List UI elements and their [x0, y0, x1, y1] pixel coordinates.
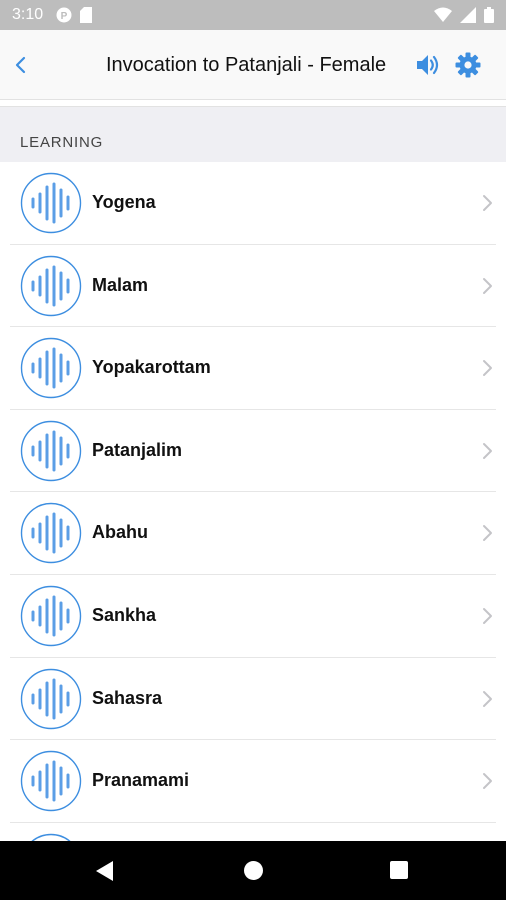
audio-waveform-icon — [20, 503, 82, 564]
list-item-label: Pranamami — [92, 770, 190, 791]
chevron-right-icon — [483, 277, 492, 294]
chevron-right-icon — [483, 773, 492, 790]
page-title: Invocation to Patanjali - Female — [106, 54, 387, 76]
section-label: LEARNING — [20, 134, 104, 151]
nav-home-icon[interactable] — [244, 861, 263, 880]
list-item-label: Patanjalim — [92, 439, 183, 460]
list-item-label: Malam — [92, 274, 149, 295]
sd-card-icon — [80, 7, 92, 23]
audio-waveform-icon — [20, 172, 82, 234]
list-item-label: Sankha — [92, 604, 157, 625]
list-item[interactable]: Yogena — [10, 162, 496, 245]
list-item-label: Yopakarottam — [92, 357, 211, 378]
audio-waveform-icon — [20, 585, 82, 647]
audio-waveform-icon — [31, 833, 71, 841]
list-item[interactable]: Malam — [10, 245, 496, 328]
list-item[interactable]: Yopakarottam — [10, 327, 496, 410]
list-item[interactable]: Abahu — [10, 492, 496, 575]
chevron-right-icon — [483, 360, 492, 377]
signal-icon — [460, 7, 476, 23]
audio-waveform-icon — [20, 668, 82, 729]
status-time: 3:10 — [12, 6, 44, 23]
status-right-icons — [434, 7, 494, 23]
list-item[interactable] — [10, 823, 496, 841]
app-bar: Invocation to Patanjali - Female — [0, 30, 506, 100]
chevron-left-icon — [15, 56, 26, 74]
nav-recents-icon[interactable] — [390, 861, 408, 879]
settings-button[interactable] — [454, 51, 482, 79]
chevron-right-icon — [483, 607, 492, 624]
p-circle-icon: P — [56, 7, 72, 23]
chevron-right-icon — [483, 442, 492, 459]
speaker-button[interactable] — [415, 52, 441, 78]
chevron-right-icon — [483, 195, 492, 211]
phrase-list: Yogena Malam Yopakarottam Patanjalim Aba… — [0, 162, 506, 841]
nav-back-icon[interactable] — [95, 860, 115, 882]
audio-waveform-icon — [20, 750, 82, 812]
chevron-right-icon — [483, 690, 492, 707]
battery-icon — [484, 7, 494, 23]
list-item-label: Yogena — [92, 192, 156, 212]
svg-text:P: P — [61, 11, 68, 22]
list-item-label: Abahu — [92, 522, 148, 543]
list-item-label: Sahasra — [92, 687, 163, 708]
audio-waveform-icon — [20, 255, 82, 316]
audio-waveform-icon — [20, 420, 82, 481]
status-bar: 3:10 P — [0, 0, 506, 30]
list-item[interactable]: Pranamami — [10, 740, 496, 823]
section-header: LEARNING — [0, 106, 506, 162]
audio-waveform-icon — [20, 337, 82, 399]
list-item[interactable]: Sahasra — [10, 658, 496, 741]
chevron-right-icon — [483, 525, 492, 542]
speaker-icon — [417, 55, 439, 75]
back-button[interactable] — [8, 52, 34, 78]
gear-icon — [455, 52, 481, 78]
list-item[interactable]: Patanjalim — [10, 410, 496, 493]
wifi-icon — [434, 7, 452, 22]
system-nav-bar — [0, 841, 506, 900]
status-left-icons: P — [56, 7, 92, 23]
list-item[interactable]: Sankha — [10, 575, 496, 658]
